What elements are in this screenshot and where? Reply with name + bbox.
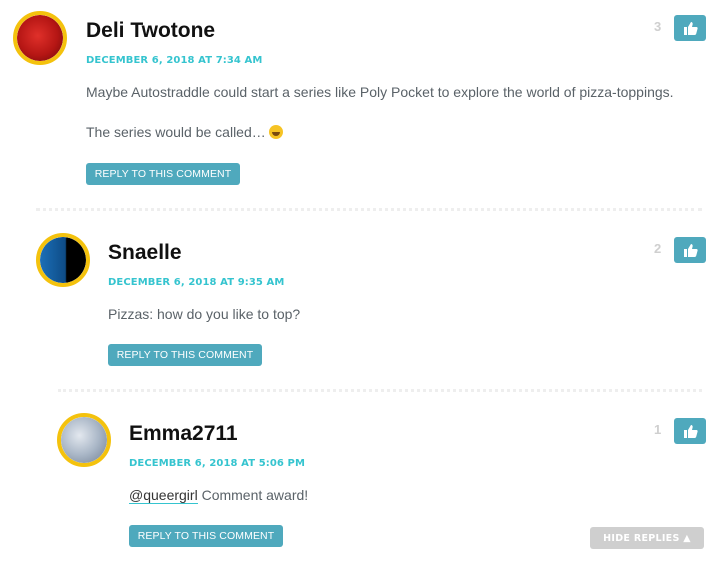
hide-replies-button[interactable]: HIDE REPLIES ▲ xyxy=(590,527,704,549)
comment-text-line: The series would be called… xyxy=(86,124,266,140)
comment-text: Pizzas: how do you like to top? xyxy=(108,306,301,322)
like-button[interactable] xyxy=(674,15,706,41)
avatar[interactable] xyxy=(36,233,90,287)
comment-date[interactable]: DECEMBER 6, 2018 AT 7:34 AM xyxy=(86,55,262,66)
thumbs-up-icon xyxy=(683,425,698,438)
like-button[interactable] xyxy=(674,237,706,263)
comment-text: Maybe Autostraddle could start a series … xyxy=(86,84,674,100)
comment-date[interactable]: DECEMBER 6, 2018 AT 5:06 PM xyxy=(129,458,305,469)
vote-count: 2 xyxy=(654,241,662,256)
comment-text: @queergirl Comment award! xyxy=(129,487,309,504)
reply-button[interactable]: REPLY TO THIS COMMENT xyxy=(129,525,283,547)
user-mention-link[interactable]: @queergirl xyxy=(129,487,198,504)
comment-text: The series would be called… xyxy=(86,124,283,140)
comment-date[interactable]: DECEMBER 6, 2018 AT 9:35 AM xyxy=(108,277,284,288)
comment-author[interactable]: Snaelle xyxy=(108,241,182,265)
reply-button[interactable]: REPLY TO THIS COMMENT xyxy=(108,344,262,366)
reply-button[interactable]: REPLY TO THIS COMMENT xyxy=(86,163,240,185)
thumbs-up-icon xyxy=(683,244,698,257)
comment-author[interactable]: Emma2711 xyxy=(129,422,238,446)
comment-divider xyxy=(58,389,702,392)
vote-count: 3 xyxy=(654,19,662,34)
comment-author[interactable]: Deli Twotone xyxy=(86,19,215,43)
grinning-face-icon xyxy=(268,125,283,139)
avatar[interactable] xyxy=(57,413,111,467)
like-button[interactable] xyxy=(674,418,706,444)
comment-divider xyxy=(36,208,702,211)
avatar[interactable] xyxy=(13,11,67,65)
thumbs-up-icon xyxy=(683,22,698,35)
comment-text-body: Comment award! xyxy=(197,487,309,503)
vote-count: 1 xyxy=(654,422,662,437)
